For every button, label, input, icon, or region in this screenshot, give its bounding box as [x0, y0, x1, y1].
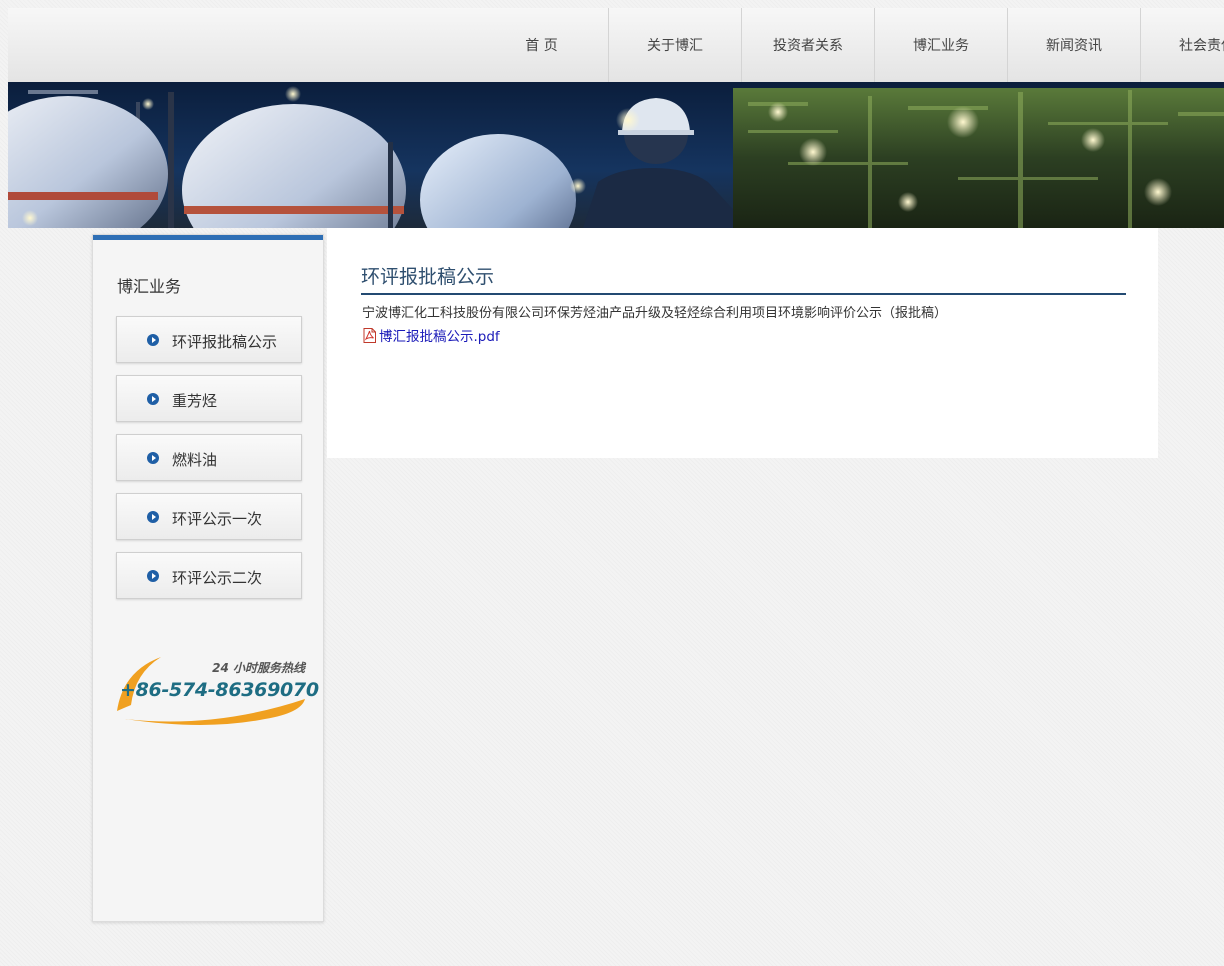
hotline-title: 24 小时服务热线	[212, 661, 305, 675]
play-bullet-icon	[147, 511, 159, 523]
nav-item-home[interactable]: 首 页	[475, 8, 608, 82]
play-bullet-icon	[147, 570, 159, 582]
page-title: 环评报批稿公示	[361, 266, 495, 288]
sidebar-accent-bar	[93, 235, 323, 240]
nav-item-news[interactable]: 新闻资讯	[1007, 8, 1140, 82]
sidebar: 博汇业务 环评报批稿公示 重芳烃 燃料油 环评公示一次 环评公示二次 24 小时…	[92, 234, 324, 922]
industrial-night-scene-icon	[8, 82, 1224, 228]
sidebar-item-label: 环评公示二次	[172, 569, 263, 587]
sidebar-item-fuel-oil[interactable]: 燃料油	[116, 434, 302, 481]
sidebar-item-label: 燃料油	[172, 451, 218, 469]
main-content-panel: 环评报批稿公示 宁波博汇化工科技股份有限公司环保芳烃油产品升级及轻烃综合利用项目…	[327, 228, 1158, 458]
nav-item-investors[interactable]: 投资者关系	[741, 8, 874, 82]
title-divider	[361, 293, 1126, 295]
top-navigation-bar: 首 页 关于博汇 投资者关系 博汇业务 新闻资讯 社会责任	[8, 8, 1224, 83]
service-hotline-banner: 24 小时服务热线 +86-574-86369070	[115, 653, 319, 725]
sidebar-title: 博汇业务	[117, 277, 182, 296]
sidebar-item-label: 环评报批稿公示	[172, 333, 278, 351]
hotline-number: +86-574-86369070	[120, 679, 319, 701]
nav-item-business[interactable]: 博汇业务	[874, 8, 1007, 82]
sidebar-item-eia-notice-first[interactable]: 环评公示一次	[116, 493, 302, 540]
pdf-icon	[363, 327, 376, 343]
main-menu: 首 页 关于博汇 投资者关系 博汇业务 新闻资讯 社会责任	[475, 8, 1224, 82]
nav-item-about[interactable]: 关于博汇	[608, 8, 741, 82]
sidebar-item-label: 重芳烃	[172, 392, 218, 410]
sidebar-item-eia-notice-second[interactable]: 环评公示二次	[116, 552, 302, 599]
notice-description: 宁波博汇化工科技股份有限公司环保芳烃油产品升级及轻烃综合利用项目环境影响评价公示…	[362, 306, 948, 321]
play-bullet-icon	[147, 334, 159, 346]
attachment-link[interactable]: 博汇报批稿公示.pdf	[363, 325, 500, 345]
sidebar-item-eia-approval-draft[interactable]: 环评报批稿公示	[116, 316, 302, 363]
play-bullet-icon	[147, 452, 159, 464]
sidebar-item-label: 环评公示一次	[172, 510, 263, 528]
sidebar-item-heavy-aromatics[interactable]: 重芳烃	[116, 375, 302, 422]
banner-image	[8, 82, 1224, 228]
nav-item-social-responsibility[interactable]: 社会责任	[1140, 8, 1224, 82]
play-bullet-icon	[147, 393, 159, 405]
attachment-filename: 博汇报批稿公示.pdf	[379, 329, 500, 345]
